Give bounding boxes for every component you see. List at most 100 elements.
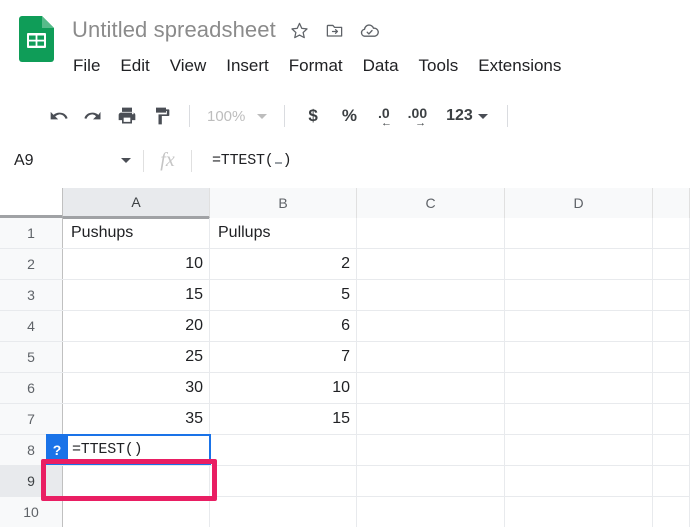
cell-a5[interactable]: 25 [63,342,210,372]
cell-a6[interactable]: 30 [63,373,210,403]
cell-b1[interactable]: Pullups [210,218,357,248]
cell-d10[interactable] [505,497,653,527]
cell-e8[interactable] [653,435,690,465]
menu-item-file[interactable]: File [73,54,110,78]
cell-a1[interactable]: Pushups [63,218,210,248]
column-header-d[interactable]: D [505,188,653,218]
percent-format-button[interactable]: % [330,106,369,126]
move-to-folder-icon[interactable] [324,19,346,41]
cell-c1[interactable] [357,218,505,248]
decrease-decimal-button[interactable]: .0 ← [369,101,399,131]
cell-d8[interactable] [505,435,653,465]
row-header-7[interactable]: 7 [0,404,63,434]
currency-format-button[interactable]: $ [296,106,329,126]
logo-container [0,10,72,62]
grid-rows: 1 Pushups Pullups 2 10 2 3 15 5 4 [0,218,690,527]
column-header-b[interactable]: B [210,188,357,218]
cell-d9[interactable] [505,466,653,496]
select-all-corner[interactable] [0,188,63,218]
cell-a7[interactable]: 35 [63,404,210,434]
number-format-dropdown[interactable]: 123 [436,107,496,125]
increase-decimal-button[interactable]: .00 → [399,101,436,131]
row-header-9[interactable]: 9 [0,466,63,496]
menu-item-extensions[interactable]: Extensions [468,54,571,78]
column-header-c[interactable]: C [357,188,505,218]
menu-item-insert[interactable]: Insert [216,54,279,78]
google-sheets-logo-icon [19,16,54,62]
cell-b6[interactable]: 10 [210,373,357,403]
print-icon[interactable] [110,101,144,131]
cell-b10[interactable] [210,497,357,527]
column-header-e[interactable] [653,188,690,218]
cell-b4[interactable]: 6 [210,311,357,341]
cell-c4[interactable] [357,311,505,341]
cell-e2[interactable] [653,249,690,279]
cell-e6[interactable] [653,373,690,403]
cell-d1[interactable] [505,218,653,248]
cell-c5[interactable] [357,342,505,372]
cell-c6[interactable] [357,373,505,403]
cell-e7[interactable] [653,404,690,434]
menu-item-tools[interactable]: Tools [409,54,469,78]
paint-format-icon[interactable] [144,101,178,131]
toolbar-divider-2 [284,105,285,127]
cloud-saved-icon[interactable] [359,19,381,41]
chevron-down-icon [257,114,267,119]
star-icon[interactable] [289,19,311,41]
table-row: 4 20 6 [0,311,690,342]
cell-d5[interactable] [505,342,653,372]
cell-b9[interactable] [210,466,357,496]
menu-item-data[interactable]: Data [353,54,409,78]
cell-b5[interactable]: 7 [210,342,357,372]
menu-item-edit[interactable]: Edit [110,54,159,78]
toolbar-divider-1 [189,105,190,127]
table-row: 3 15 5 [0,280,690,311]
row-header-10[interactable]: 10 [0,497,63,527]
cell-e3[interactable] [653,280,690,310]
cell-e10[interactable] [653,497,690,527]
chevron-down-icon [478,114,488,119]
cell-a3[interactable]: 15 [63,280,210,310]
cell-a2[interactable]: 10 [63,249,210,279]
formula-input[interactable]: =TTEST( ) [192,141,690,180]
cell-e4[interactable] [653,311,690,341]
cell-e5[interactable] [653,342,690,372]
row-header-4[interactable]: 4 [0,311,63,341]
cell-e1[interactable] [653,218,690,248]
page-title[interactable]: Untitled spreadsheet [72,17,276,43]
cell-a10[interactable] [63,497,210,527]
cell-b7[interactable]: 15 [210,404,357,434]
row-header-5[interactable]: 5 [0,342,63,372]
name-box-value: A9 [14,152,34,170]
cell-a9[interactable] [63,466,210,496]
column-header-a[interactable]: A [63,188,210,219]
cell-d6[interactable] [505,373,653,403]
cell-c10[interactable] [357,497,505,527]
menu-item-format[interactable]: Format [279,54,353,78]
cell-editor-a9[interactable]: ? =TTEST() [46,434,211,465]
row-header-1[interactable]: 1 [0,218,63,248]
cell-c2[interactable] [357,249,505,279]
question-mark-icon[interactable]: ? [46,434,68,465]
cell-a4[interactable]: 20 [63,311,210,341]
cell-d7[interactable] [505,404,653,434]
zoom-level-dropdown[interactable]: 100% [201,108,273,125]
name-box[interactable]: A9 [0,141,143,180]
row-header-2[interactable]: 2 [0,249,63,279]
undo-icon[interactable] [42,101,76,131]
cell-c8[interactable] [357,435,505,465]
cell-b3[interactable]: 5 [210,280,357,310]
cell-c9[interactable] [357,466,505,496]
cell-d4[interactable] [505,311,653,341]
row-header-6[interactable]: 6 [0,373,63,403]
cell-d3[interactable] [505,280,653,310]
cell-b2[interactable]: 2 [210,249,357,279]
cell-c7[interactable] [357,404,505,434]
row-header-3[interactable]: 3 [0,280,63,310]
redo-icon[interactable] [76,101,110,131]
cell-c3[interactable] [357,280,505,310]
cell-e9[interactable] [653,466,690,496]
cell-d2[interactable] [505,249,653,279]
cell-b8[interactable] [210,435,357,465]
menu-item-view[interactable]: View [160,54,217,78]
